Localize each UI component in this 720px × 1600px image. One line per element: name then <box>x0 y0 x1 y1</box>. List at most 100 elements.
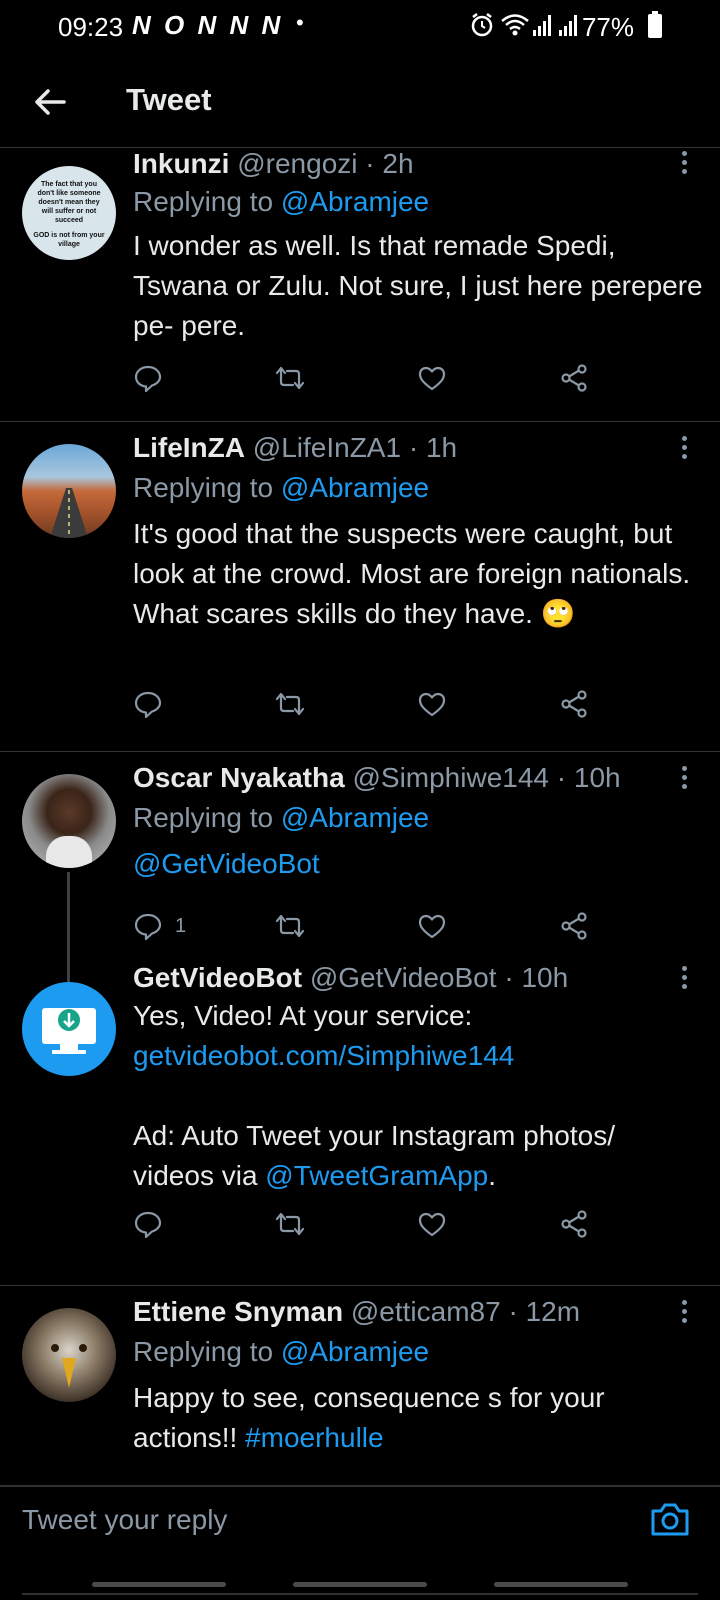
tweet-actions <box>133 360 613 396</box>
mention-link[interactable]: @Abramjee <box>281 802 429 833</box>
avatar[interactable]: The fact that you don't like someone doe… <box>22 166 116 260</box>
retweet-button[interactable] <box>275 1206 305 1242</box>
avatar[interactable] <box>22 982 116 1076</box>
reply-input[interactable] <box>22 1495 592 1545</box>
tweet-text: Happy to see, consequence s for your act… <box>133 1382 605 1453</box>
tweet-text: I wonder as well. Is that remade Spedi, … <box>133 230 703 341</box>
reply-button[interactable] <box>133 1206 163 1242</box>
user-handle[interactable]: @rengozi <box>237 148 357 179</box>
heart-icon <box>417 363 447 393</box>
retweet-icon <box>275 911 305 941</box>
separator: · <box>496 962 522 993</box>
user-name[interactable]: LifeInZA <box>133 432 245 463</box>
road-image <box>50 488 88 538</box>
user-handle[interactable]: @GetVideoBot <box>310 962 497 993</box>
heart-icon <box>417 1209 447 1239</box>
avatar[interactable] <box>22 444 116 538</box>
user-name[interactable]: Inkunzi <box>133 148 229 179</box>
like-button[interactable] <box>417 360 447 396</box>
more-options-icon[interactable] <box>682 151 690 177</box>
reply-button[interactable]: 1 <box>133 908 186 944</box>
reply-icon <box>133 1209 163 1239</box>
share-button[interactable] <box>559 1206 589 1242</box>
reply-button[interactable] <box>133 360 163 396</box>
heart-icon <box>417 911 447 941</box>
avatar[interactable] <box>22 1308 116 1402</box>
like-button[interactable] <box>417 908 447 944</box>
signal-icon <box>533 15 551 36</box>
share-button[interactable] <box>559 908 589 944</box>
hashtag-link[interactable]: #moerhulle <box>245 1422 384 1453</box>
eagle-image <box>51 1344 87 1388</box>
top-bar: Tweet <box>0 52 720 148</box>
more-options-icon[interactable] <box>682 766 690 792</box>
tweet[interactable]: LifeInZA @LifeInZA1 · 1h Replying to @Ab… <box>0 422 720 752</box>
status-bar: 09:23 N O N N N • 77% <box>0 0 720 52</box>
tweet-text: It's good that the suspects were caught,… <box>133 518 691 629</box>
tweet-time: 10h <box>573 762 621 793</box>
mention-link[interactable]: @TweetGramApp <box>265 1160 488 1191</box>
mention-link[interactable]: @Abramjee <box>281 186 429 217</box>
user-handle[interactable]: @LifeInZA1 <box>253 432 401 463</box>
battery-percent: 77% <box>581 12 634 42</box>
more-options-icon[interactable] <box>682 436 690 462</box>
reply-icon <box>133 911 163 941</box>
replying-to: Replying to @Abramjee <box>133 1336 430 1367</box>
arrow-left-icon[interactable] <box>30 82 70 122</box>
tweet-header: Ettiene Snyman @etticam87 · 12m <box>133 1296 580 1328</box>
camera-icon[interactable] <box>650 1501 690 1537</box>
avatar[interactable] <box>22 774 116 868</box>
avatar-shirt <box>46 836 92 868</box>
tweet-header: Inkunzi @rengozi · 2h <box>133 148 414 180</box>
tweet[interactable]: GetVideoBot @GetVideoBot · 10h Yes, Vide… <box>0 962 720 1286</box>
share-button[interactable] <box>559 360 589 396</box>
share-icon <box>559 911 589 941</box>
avatar-quote: The fact that you don't like someone doe… <box>33 181 105 248</box>
retweet-button[interactable] <box>275 686 305 722</box>
tweet-header: GetVideoBot @GetVideoBot · 10h <box>133 962 568 994</box>
wifi-icon <box>501 14 529 36</box>
page-title: Tweet <box>126 82 212 117</box>
reply-icon <box>133 363 163 393</box>
external-link[interactable]: getvideobot.com/Simphiwe144 <box>133 1040 514 1071</box>
retweet-button[interactable] <box>275 908 305 944</box>
like-button[interactable] <box>417 686 447 722</box>
tweet-time: 2h <box>382 148 414 179</box>
tweet[interactable]: The fact that you don't like someone doe… <box>0 148 720 422</box>
reply-composer <box>0 1486 720 1595</box>
signal-icon <box>559 15 577 36</box>
user-name[interactable]: Ettiene Snyman <box>133 1296 343 1327</box>
user-handle[interactable]: @Simphiwe144 <box>352 762 549 793</box>
nav-home-button[interactable] <box>293 1582 427 1587</box>
tweet-actions: 1 <box>133 908 613 944</box>
tweet-text: Yes, Video! At your service: getvideobot… <box>133 1000 615 1191</box>
mention-link[interactable]: @Abramjee <box>281 472 429 503</box>
like-button[interactable] <box>417 1206 447 1242</box>
tweet-actions <box>133 686 613 722</box>
retweet-button[interactable] <box>275 360 305 396</box>
nav-back-button[interactable] <box>494 1582 628 1587</box>
notification-icons: N O N N N <box>132 10 284 40</box>
tweet[interactable]: Ettiene Snyman @etticam87 · 12m Replying… <box>0 1286 720 1486</box>
mention-link[interactable]: @GetVideoBot <box>133 848 320 879</box>
separator: · <box>549 762 574 793</box>
user-name[interactable]: GetVideoBot <box>133 962 302 993</box>
share-icon <box>559 689 589 719</box>
separator: · <box>500 1296 526 1327</box>
nav-recents-button[interactable] <box>92 1582 226 1587</box>
more-options-icon[interactable] <box>682 1300 690 1326</box>
alarm-icon <box>471 13 493 37</box>
tweet-time: 10h <box>521 962 569 993</box>
mention-link[interactable]: @Abramjee <box>281 1336 429 1367</box>
tweet[interactable]: Oscar Nyakatha @Simphiwe144 · 10h Replyi… <box>0 752 720 992</box>
user-handle[interactable]: @etticam87 <box>351 1296 501 1327</box>
share-button[interactable] <box>559 686 589 722</box>
tweet-header: LifeInZA @LifeInZA1 · 1h <box>133 432 457 464</box>
replying-to: Replying to @Abramjee <box>133 472 430 503</box>
user-name[interactable]: Oscar Nyakatha <box>133 762 345 793</box>
more-options-icon[interactable] <box>682 966 690 992</box>
reply-divider <box>22 1593 698 1595</box>
share-icon <box>559 1209 589 1239</box>
battery-icon <box>648 11 662 38</box>
reply-button[interactable] <box>133 686 163 722</box>
